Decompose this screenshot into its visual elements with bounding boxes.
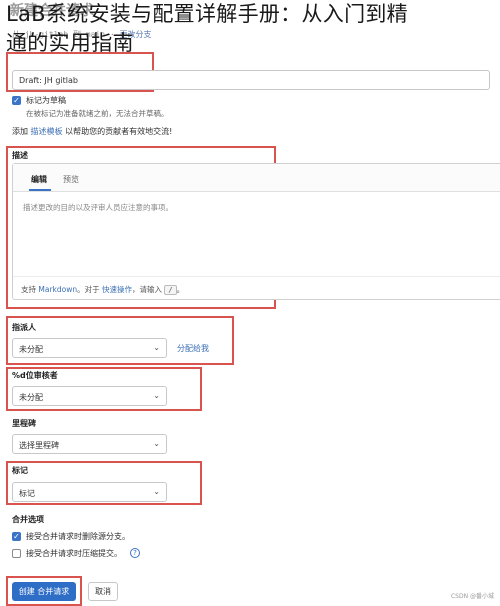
markdown-link[interactable]: Markdown	[38, 285, 77, 294]
reviewer-select[interactable]: 未分配 ⌄	[12, 386, 167, 406]
reviewer-label: %d位审核者	[12, 371, 58, 380]
milestone-value: 选择里程碑	[19, 441, 59, 450]
create-merge-request-button[interactable]: 创建 合并请求	[12, 582, 76, 601]
tab-preview[interactable]: 预览	[63, 174, 79, 185]
quick-actions-link[interactable]: 快速操作	[102, 285, 132, 294]
chevron-down-icon: ⌄	[153, 487, 160, 496]
footer-end: 。	[176, 285, 185, 294]
assignee-value: 未分配	[19, 345, 43, 354]
squash-commits-label: 接受合并请求时压缩提交。	[26, 549, 122, 558]
footer-suffix: ，请输入	[132, 285, 165, 294]
draft-label: 标记为草稿	[26, 96, 66, 105]
editor-tabs: 编辑 预览	[13, 164, 500, 192]
draft-hint: 在被标记为准备就绪之前，无法合并草稿。	[26, 109, 169, 118]
template-hint-suffix: 以帮助您的贡献者有效地交流!	[62, 127, 173, 136]
footer-prefix: 支持	[21, 285, 39, 294]
reviewer-value: 未分配	[19, 393, 43, 402]
labels-select[interactable]: 标记 ⌄	[12, 482, 167, 502]
overlay-title-line1: LaB系统安装与配置详解手册：从入门到精	[6, 2, 408, 26]
milestone-select[interactable]: 选择里程碑 ⌄	[12, 434, 167, 454]
slash-key: /	[164, 285, 177, 295]
chevron-down-icon: ⌄	[153, 391, 160, 400]
chevron-down-icon: ⌄	[153, 343, 160, 352]
footer-mid: 。对于	[77, 285, 103, 294]
assignee-label: 指派人	[12, 323, 36, 332]
milestone-label: 里程碑	[12, 419, 36, 428]
assign-to-me-link[interactable]: 分配给我	[177, 343, 209, 354]
tab-edit[interactable]: 编辑	[31, 174, 47, 185]
delete-source-branch-label: 接受合并请求时删除源分支。	[26, 532, 130, 541]
labels-label: 标记	[12, 466, 28, 475]
title-input[interactable]: Draft: JH gitlab	[12, 70, 490, 90]
description-editor: 编辑 预览 描述更改的目的以及评审人员应注意的事项。 支持 Markdown。对…	[12, 163, 500, 300]
template-hint: 添加 描述模板 以帮助您的贡献者有效地交流!	[12, 126, 172, 137]
active-tab-indicator	[29, 189, 51, 191]
overlay-title-line2: 通的实用指南	[6, 31, 134, 55]
squash-commits-checkbox[interactable]	[12, 549, 21, 558]
help-icon[interactable]: ?	[130, 548, 140, 558]
cancel-button[interactable]: 取消	[88, 582, 118, 601]
description-textarea[interactable]: 描述更改的目的以及评审人员应注意的事项。	[23, 202, 173, 213]
chevron-down-icon: ⌄	[153, 439, 160, 448]
merge-options-label: 合并选项	[12, 515, 44, 524]
editor-footer: 支持 Markdown。对于 快速操作，请输入 /。	[13, 276, 500, 301]
labels-value: 标记	[19, 489, 35, 498]
overlay-title: LaB系统安装与配置详解手册：从入门到精 通的实用指南	[0, 0, 500, 58]
description-template-link[interactable]: 描述模板	[31, 127, 63, 136]
template-hint-prefix: 添加	[12, 127, 31, 136]
description-label: 描述	[12, 151, 28, 160]
assignee-select[interactable]: 未分配 ⌄	[12, 338, 167, 358]
delete-source-branch-checkbox[interactable]: ✓	[12, 532, 21, 541]
watermark: CSDN @番小城	[450, 593, 494, 600]
draft-checkbox[interactable]: ✓	[12, 96, 21, 105]
